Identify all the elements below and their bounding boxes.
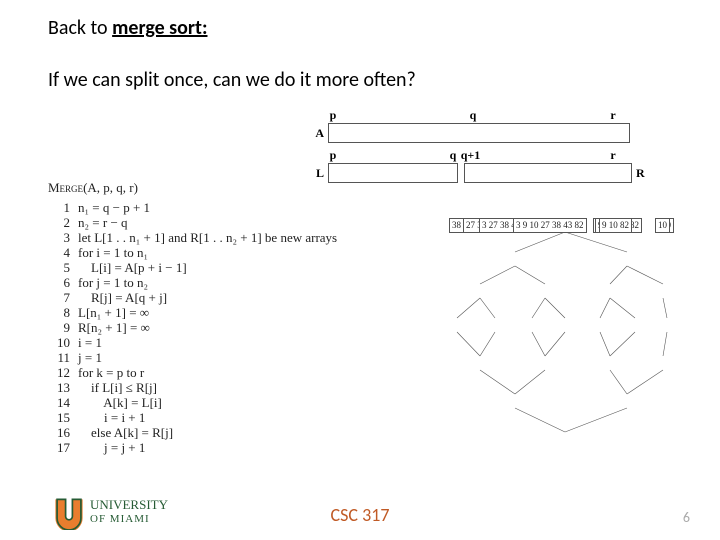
line-number: 5 — [48, 260, 78, 275]
slide-subtitle: If we can split once, can we do it more … — [48, 68, 416, 92]
line-number: 14 — [48, 395, 78, 410]
line-stmt: R[j] = A[q + j] — [78, 290, 167, 305]
line-number: 7 — [48, 290, 78, 305]
slide: Back to merge sort: If we can split once… — [0, 0, 720, 540]
line-stmt: L[n₁ + 1] = ∞ — [78, 305, 149, 320]
university-logo: UNIVERSITY OF MIAMI — [52, 496, 212, 530]
line-number: 1 — [48, 200, 78, 215]
line-number: 16 — [48, 425, 78, 440]
idx-q: q — [468, 108, 478, 122]
line-number: 10 — [48, 335, 78, 350]
line-number: 15 — [48, 410, 78, 425]
pseudocode-line: 1n₁ = q − p + 1 — [48, 200, 388, 215]
tree-node: 10 — [655, 218, 670, 233]
array-A-label: A — [300, 126, 328, 141]
array-L-label: L — [300, 166, 328, 181]
array-R-box — [464, 163, 632, 183]
pseudocode-line: 12for k = p to r — [48, 365, 388, 380]
logo-text: UNIVERSITY OF MIAMI — [90, 498, 168, 526]
tree-node: 3 9 10 27 38 43 82 — [513, 218, 587, 233]
proc-name: Merge — [48, 180, 83, 195]
line-number: 3 — [48, 230, 78, 245]
pseudocode-line: 9R[n₂ + 1] = ∞ — [48, 320, 388, 335]
pseudocode-line: 2n₂ = r − q — [48, 215, 388, 230]
line-number: 17 — [48, 440, 78, 455]
footer-page: 6 — [683, 509, 690, 526]
line-number: 4 — [48, 245, 78, 260]
line-stmt: else A[k] = R[j] — [78, 425, 173, 440]
line-stmt: n₂ = r − q — [78, 215, 128, 230]
line-stmt: L[i] = A[p + i − 1] — [78, 260, 187, 275]
idx-q2: q — [448, 148, 458, 162]
pseudocode-line: 16 else A[k] = R[j] — [48, 425, 388, 440]
line-stmt: for k = p to r — [78, 365, 144, 380]
array-diagram: p q r A p q q+1 r L R — [300, 108, 670, 188]
line-stmt: R[n₂ + 1] = ∞ — [78, 320, 150, 335]
idx-r2: r — [608, 148, 618, 162]
pseudocode-line: 7 R[j] = A[q + j] — [48, 290, 388, 305]
idx-r: r — [608, 108, 618, 122]
line-number: 9 — [48, 320, 78, 335]
slide-title: Back to merge sort: — [48, 16, 207, 40]
um-u-icon — [52, 496, 86, 530]
line-stmt: i = 1 — [78, 335, 102, 350]
pseudocode-line: 4for i = 1 to n₁ — [48, 245, 388, 260]
tree-node: 38 — [449, 218, 464, 233]
idx-qp1: q+1 — [458, 148, 483, 162]
array-A-box — [328, 123, 630, 143]
array-R-label: R — [632, 166, 645, 181]
pseudocode-line: 10i = 1 — [48, 335, 388, 350]
line-number: 12 — [48, 365, 78, 380]
line-number: 8 — [48, 305, 78, 320]
merge-pseudocode: Merge(A, p, q, r) 1n₁ = q − p + 12n₂ = r… — [48, 180, 388, 455]
pseudocode-line: 13 if L[i] ≤ R[j] — [48, 380, 388, 395]
line-stmt: for j = 1 to n₂ — [78, 275, 148, 290]
pseudocode-line: 14 A[k] = L[i] — [48, 395, 388, 410]
line-stmt: let L[1 . . n₁ + 1] and R[1 . . n₂ + 1] … — [78, 230, 337, 245]
line-number: 13 — [48, 380, 78, 395]
pseudocode-line: 6for j = 1 to n₂ — [48, 275, 388, 290]
tree-edges — [435, 218, 695, 468]
idx-p: p — [328, 108, 338, 122]
line-number: 2 — [48, 215, 78, 230]
logo-line2: OF MIAMI — [90, 512, 168, 526]
line-stmt: if L[i] ≤ R[j] — [78, 380, 157, 395]
title-text-bold: merge sort: — [112, 16, 207, 40]
merge-sort-tree: 38 27 43 3 9 82 10 38 27 43 3 9 82 10 38… — [435, 218, 695, 468]
title-text-plain: Back to — [48, 16, 112, 40]
line-stmt: j = 1 — [78, 350, 102, 365]
pseudocode-line: 11j = 1 — [48, 350, 388, 365]
logo-line1: UNIVERSITY — [90, 498, 168, 512]
pseudocode-line: 3let L[1 . . n₁ + 1] and R[1 . . n₂ + 1]… — [48, 230, 388, 245]
pseudocode-line: 5 L[i] = A[p + i − 1] — [48, 260, 388, 275]
idx-p2: p — [328, 148, 338, 162]
pseudocode-line: 15 i = i + 1 — [48, 410, 388, 425]
tree-node: 9 10 82 — [599, 218, 632, 233]
proc-heading: Merge(A, p, q, r) — [48, 180, 388, 196]
pseudocode-line: 8L[n₁ + 1] = ∞ — [48, 305, 388, 320]
pseudocode-line: 17 j = j + 1 — [48, 440, 388, 455]
line-number: 11 — [48, 350, 78, 365]
proc-args: (A, p, q, r) — [83, 180, 138, 195]
line-stmt: n₁ = q − p + 1 — [78, 200, 150, 215]
line-stmt: j = j + 1 — [78, 440, 145, 455]
line-stmt: i = i + 1 — [78, 410, 145, 425]
line-stmt: for i = 1 to n₁ — [78, 245, 148, 260]
line-stmt: A[k] = L[i] — [78, 395, 162, 410]
line-number: 6 — [48, 275, 78, 290]
